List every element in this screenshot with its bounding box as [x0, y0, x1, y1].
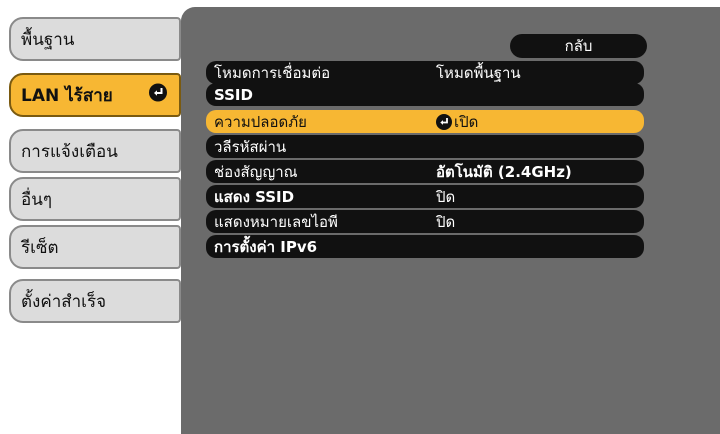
back-button[interactable]: กลับ [510, 34, 647, 58]
sidebar-item-label: ตั้งค่าสำเร็จ [21, 291, 107, 312]
row-show-ip-address[interactable]: แสดงหมายเลขไอพี ปิด [206, 210, 644, 233]
row-label: ช่องสัญญาณ [214, 162, 298, 181]
row-show-ssid[interactable]: แสดง SSID ปิด [206, 185, 644, 208]
row-value: ปิด [436, 212, 456, 231]
row-passphrase[interactable]: วลีรหัสผ่าน [206, 135, 644, 158]
sidebar-item-setup-complete[interactable]: ตั้งค่าสำเร็จ [9, 279, 181, 323]
row-value: โหมดพื้นฐาน [436, 63, 521, 82]
sidebar-item-basic[interactable]: พื้นฐาน [9, 17, 181, 61]
row-label: SSID [214, 85, 253, 104]
enter-icon [436, 113, 452, 130]
row-channel[interactable]: ช่องสัญญาณ อัตโนมัติ (2.4GHz) [206, 160, 644, 183]
row-security[interactable]: ความปลอดภัย เปิด [206, 110, 644, 133]
row-label: โหมดการเชื่อมต่อ [214, 63, 331, 82]
row-label: วลีรหัสผ่าน [214, 137, 287, 156]
sidebar-item-others[interactable]: อื่นๆ [9, 177, 181, 221]
sidebar-item-reset[interactable]: รีเซ็ต [9, 225, 181, 269]
row-value: อัตโนมัติ (2.4GHz) [436, 162, 572, 181]
sidebar-item-label: อื่นๆ [21, 189, 52, 210]
row-value: ปิด [436, 187, 456, 206]
row-ipv6-settings[interactable]: การตั้งค่า IPv6 [206, 235, 644, 258]
enter-icon [149, 83, 167, 107]
row-label: การตั้งค่า IPv6 [214, 237, 318, 256]
row-connection-mode[interactable]: โหมดการเชื่อมต่อ โหมดพื้นฐาน [206, 61, 644, 84]
row-label: แสดงหมายเลขไอพี [214, 212, 338, 231]
row-value: เปิด [454, 112, 479, 131]
sidebar-item-label: LAN ไร้สาย [21, 85, 113, 106]
settings-panel: กลับ โหมดการเชื่อมต่อ โหมดพื้นฐาน SSID ค… [181, 7, 720, 434]
row-label: แสดง SSID [214, 187, 295, 206]
row-label: ความปลอดภัย [214, 112, 307, 131]
sidebar-item-label: รีเซ็ต [21, 237, 59, 258]
back-button-label: กลับ [564, 37, 593, 55]
sidebar-item-label: พื้นฐาน [21, 29, 75, 50]
sidebar-item-label: การแจ้งเตือน [21, 141, 118, 162]
row-value-group: เปิด [436, 110, 478, 134]
row-ssid[interactable]: SSID [206, 83, 644, 106]
sidebar-item-notifications[interactable]: การแจ้งเตือน [9, 129, 181, 173]
sidebar-item-wireless-lan[interactable]: LAN ไร้สาย [9, 73, 181, 117]
